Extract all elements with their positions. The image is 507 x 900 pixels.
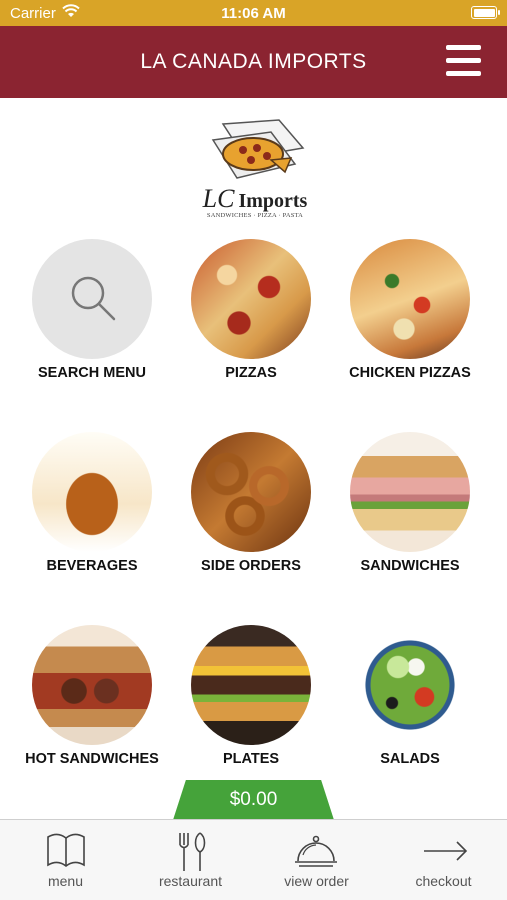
category-beverages[interactable]: BEVERAGES <box>12 432 172 582</box>
burger-photo <box>191 625 311 745</box>
logo-tagline: SANDWICHES · PIZZA · PASTA <box>206 212 304 219</box>
category-label: SIDE ORDERS <box>201 558 301 574</box>
category-chicken-pizzas[interactable]: CHICKEN PIZZAS <box>330 239 490 389</box>
beverage-photo <box>32 432 152 552</box>
tab-view-order[interactable]: view order <box>253 820 380 900</box>
status-bar: Carrier 11:06 AM <box>0 0 507 26</box>
search-circle <box>32 239 152 359</box>
category-search-menu[interactable]: SEARCH MENU <box>12 239 172 389</box>
category-label: SEARCH MENU <box>38 365 146 381</box>
category-side-orders[interactable]: SIDE ORDERS <box>171 432 331 582</box>
header: LA CANADA IMPORTS <box>0 26 507 98</box>
category-salads[interactable]: SALADS <box>330 625 490 775</box>
category-label: SANDWICHES <box>360 558 460 574</box>
meatball-sandwich-photo <box>32 625 152 745</box>
search-icon <box>71 276 116 321</box>
cloche-icon <box>295 835 337 867</box>
category-label: CHICKEN PIZZAS <box>349 365 471 381</box>
tab-bar: menu restaurant view order checkout <box>0 819 507 900</box>
chicken-pizza-photo <box>350 239 470 359</box>
page-title: LA CANADA IMPORTS <box>140 50 367 73</box>
tab-restaurant[interactable]: restaurant <box>127 820 254 900</box>
category-label: SALADS <box>380 751 440 767</box>
tab-label: restaurant <box>158 873 223 889</box>
fork-knife-icon <box>179 832 206 871</box>
hamburger-icon[interactable] <box>446 45 481 77</box>
logo-name: Imports <box>238 190 308 212</box>
restaurant-logo: LC Imports SANDWICHES · PIZZA · PASTA <box>195 118 315 228</box>
tab-label: checkout <box>415 873 472 889</box>
category-label: PIZZAS <box>225 365 277 381</box>
sandwich-photo <box>350 432 470 552</box>
category-hot-sandwiches[interactable]: HOT SANDWICHES <box>12 625 172 775</box>
pizza-photo <box>191 239 311 359</box>
clock: 11:06 AM <box>221 5 286 22</box>
logo-wordmark: LC Imports <box>195 184 315 214</box>
salad-photo <box>350 625 470 745</box>
tab-label: menu <box>47 873 84 889</box>
category-sandwiches[interactable]: SANDWICHES <box>330 432 490 582</box>
category-label: PLATES <box>222 751 280 767</box>
cart-total-button[interactable]: $0.00 <box>173 780 334 820</box>
onion-rings-photo <box>191 432 311 552</box>
category-pizzas[interactable]: PIZZAS <box>171 239 331 389</box>
pizza-box-icon <box>211 119 305 179</box>
tab-menu[interactable]: menu <box>2 820 129 900</box>
category-plates[interactable]: PLATES <box>171 625 331 775</box>
category-label: HOT SANDWICHES <box>25 751 159 767</box>
tab-label: view order <box>284 873 349 889</box>
category-label: BEVERAGES <box>46 558 138 574</box>
tab-checkout[interactable]: checkout <box>380 820 507 900</box>
logo-monogram: LC <box>202 184 235 213</box>
book-icon <box>47 833 85 868</box>
battery-icon <box>471 6 500 19</box>
arrow-right-icon <box>424 841 468 861</box>
